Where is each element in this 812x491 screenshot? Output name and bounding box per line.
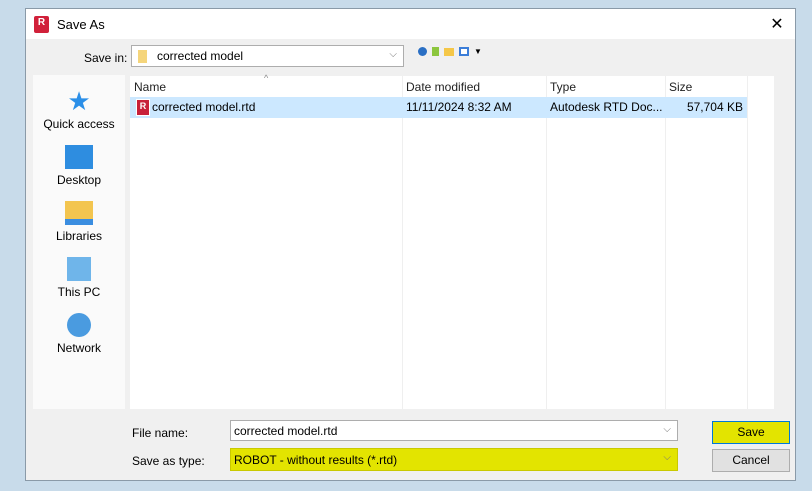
robot-app-icon: R <box>34 15 49 33</box>
save-as-type-label: Save as type: <box>132 454 205 468</box>
column-header-name[interactable]: Name <box>134 80 166 94</box>
back-icon[interactable] <box>418 47 427 56</box>
column-divider <box>546 76 547 409</box>
sidebar-item-quick-access[interactable]: ★ Quick access <box>33 86 125 131</box>
up-folder-icon[interactable] <box>432 47 439 56</box>
file-size: 57,704 KB <box>686 100 743 114</box>
save-as-dialog: R Save As ✕ Save in: corrected model ⌵ ▼… <box>25 8 796 481</box>
column-divider <box>747 76 748 409</box>
close-button[interactable]: ✕ <box>767 14 787 34</box>
column-header-size[interactable]: Size <box>669 80 692 94</box>
network-icon <box>67 313 91 337</box>
sidebar-item-label: Libraries <box>55 229 103 243</box>
computer-icon <box>67 257 91 281</box>
save-as-type-dropdown[interactable]: ROBOT - without results (*.rtd) ⌵ <box>230 448 678 471</box>
new-folder-icon[interactable] <box>444 47 454 56</box>
file-name-value: corrected model.rtd <box>234 423 338 438</box>
file-name-label: File name: <box>132 426 189 440</box>
save-as-type-value: ROBOT - without results (*.rtd) <box>234 452 398 467</box>
sidebar-item-label: Quick access <box>43 117 115 131</box>
chevron-down-icon[interactable]: ⌵ <box>663 424 671 435</box>
sidebar-item-label: This PC <box>57 285 101 299</box>
column-header-type[interactable]: Type <box>550 80 576 94</box>
sidebar-item-label: Desktop <box>56 173 102 187</box>
save-in-label: Save in: <box>84 51 128 65</box>
desktop-icon <box>65 145 93 169</box>
column-header-date[interactable]: Date modified <box>406 80 480 94</box>
libraries-icon <box>65 201 93 225</box>
column-divider <box>665 76 666 409</box>
file-list: ^ Name Date modified Type Size R correct… <box>130 73 774 409</box>
column-divider <box>402 76 403 409</box>
sidebar-item-libraries[interactable]: Libraries <box>33 201 125 243</box>
save-in-value: corrected model <box>157 49 244 63</box>
file-row[interactable]: R corrected model.rtd 11/11/2024 8:32 AM… <box>130 97 747 118</box>
star-icon: ★ <box>67 86 91 116</box>
sidebar-item-network[interactable]: Network <box>33 313 125 355</box>
save-button[interactable]: Save <box>712 421 790 444</box>
nav-toolbar: ▼ <box>418 47 482 56</box>
chevron-down-icon: ⌵ <box>663 452 671 463</box>
file-name-input[interactable]: corrected model.rtd ⌵ <box>230 420 678 441</box>
places-sidebar: ★ Quick access Desktop Libraries This PC… <box>33 75 125 409</box>
folder-icon <box>138 49 147 63</box>
save-in-dropdown[interactable]: corrected model ⌵ <box>131 45 404 67</box>
dialog-title: Save As <box>57 16 105 32</box>
view-menu-icon[interactable] <box>459 47 469 56</box>
sidebar-item-label: Network <box>56 341 101 355</box>
file-type: Autodesk RTD Doc... <box>550 100 663 114</box>
file-name: corrected model.rtd <box>152 100 256 114</box>
title-bar: R Save As ✕ <box>26 9 795 39</box>
sidebar-item-this-pc[interactable]: This PC <box>33 257 125 299</box>
cancel-button[interactable]: Cancel <box>712 449 790 472</box>
view-dropdown-icon[interactable]: ▼ <box>474 47 482 56</box>
rtd-file-icon: R <box>136 99 150 116</box>
file-date: 11/11/2024 8:32 AM <box>406 100 512 114</box>
sidebar-item-desktop[interactable]: Desktop <box>33 145 125 187</box>
scrollbar-area <box>777 76 793 409</box>
chevron-down-icon: ⌵ <box>389 49 397 60</box>
sort-ascending-icon: ^ <box>264 73 269 83</box>
